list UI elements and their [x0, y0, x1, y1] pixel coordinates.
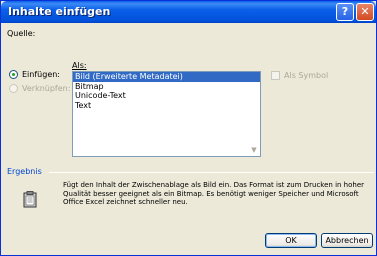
format-listbox[interactable]: Bild (Erweiterte Metadatei) Bitmap Unico…: [72, 71, 261, 157]
paste-radio[interactable]: [9, 70, 18, 79]
close-icon[interactable]: ✕: [356, 3, 374, 21]
list-item[interactable]: Bild (Erweiterte Metadatei): [73, 72, 260, 82]
display-as-icon-checkbox: [271, 71, 280, 80]
title-bar[interactable]: Inhalte einfügen ? ✕: [1, 1, 376, 23]
cancel-button[interactable]: Abbrechen: [321, 233, 373, 248]
list-item[interactable]: Text: [73, 101, 260, 111]
as-label: Als:: [72, 61, 87, 70]
list-item[interactable]: Unicode-Text: [73, 91, 260, 101]
result-label: Ergebnis: [7, 167, 42, 176]
ok-button[interactable]: OK: [265, 233, 317, 248]
result-description: Fügt den Inhalt der Zwischenablage als B…: [63, 181, 365, 206]
source-label: Quelle:: [7, 29, 36, 38]
scroll-down-icon: ▼: [251, 146, 257, 154]
paste-radio-label[interactable]: Einfügen:: [22, 70, 60, 79]
display-as-icon-label: Als Symbol: [284, 71, 329, 80]
paste-special-dialog: Inhalte einfügen ? ✕ Quelle: Als: Einfüg…: [0, 0, 377, 256]
help-icon[interactable]: ?: [336, 3, 354, 21]
link-radio-label: Verknüpfen:: [22, 84, 71, 93]
list-item[interactable]: Bitmap: [73, 82, 260, 92]
link-radio: [9, 84, 18, 93]
dialog-title: Inhalte einfügen: [8, 5, 111, 18]
result-divider: [49, 172, 374, 173]
clipboard-icon: [23, 191, 37, 208]
